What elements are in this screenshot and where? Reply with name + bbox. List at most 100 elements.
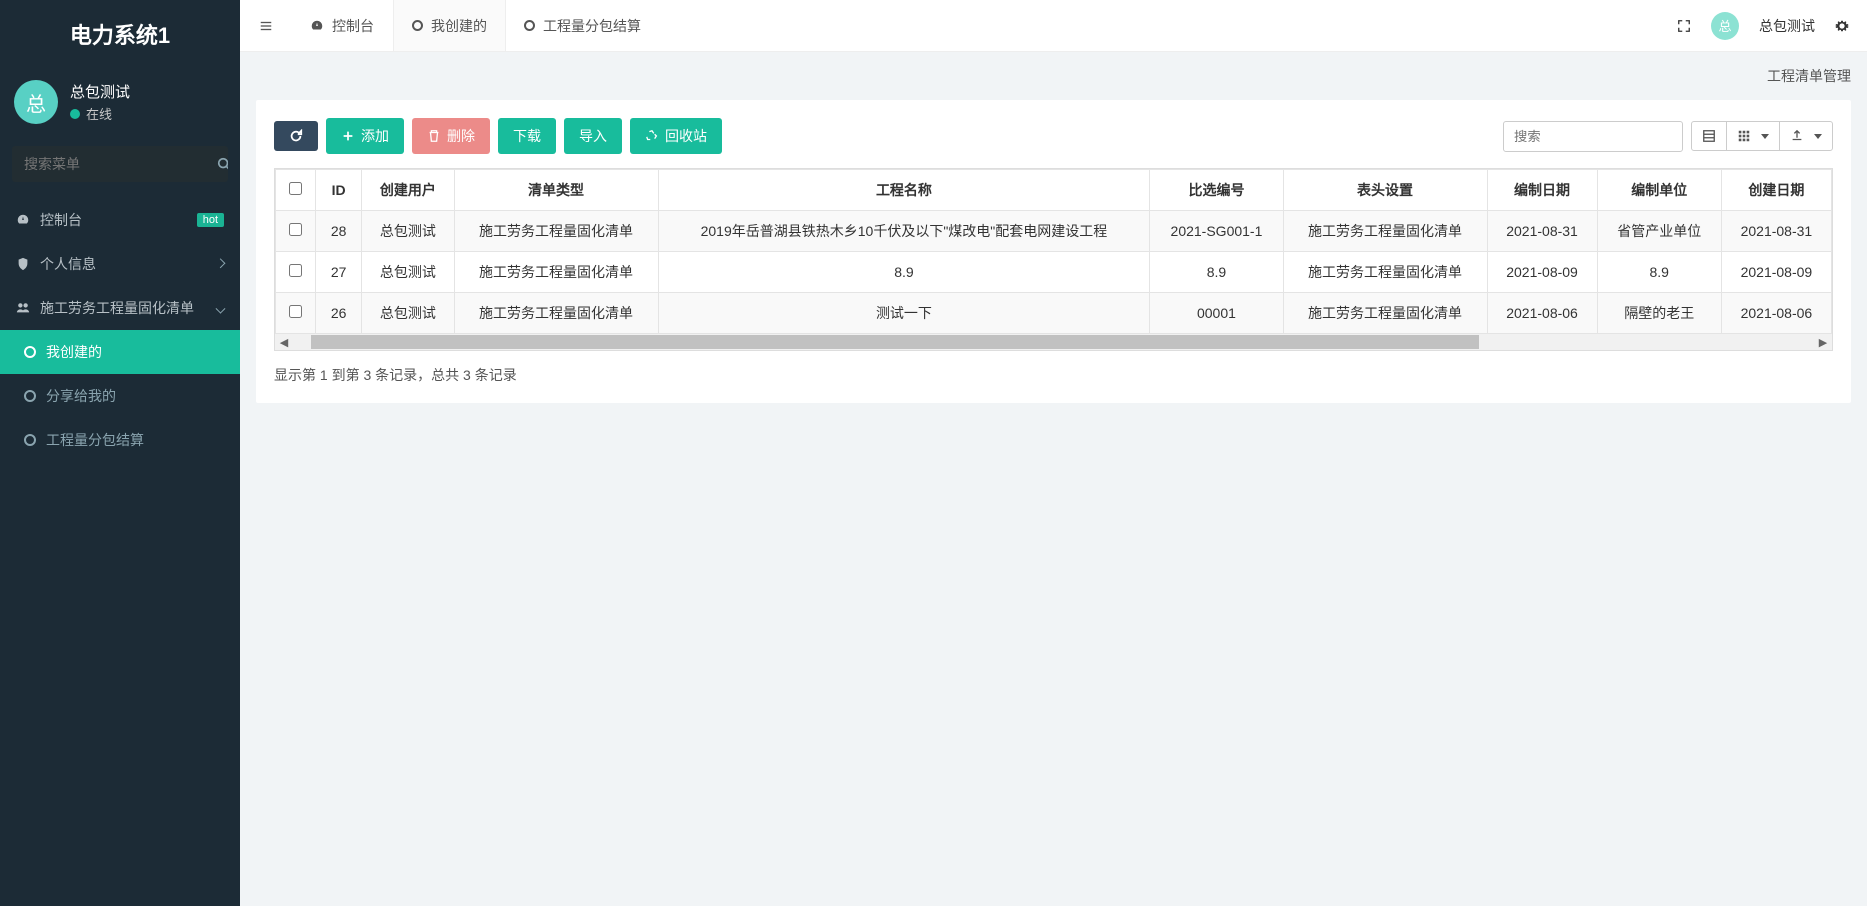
button-label: 回收站 <box>665 126 707 146</box>
button-label: 导入 <box>579 126 607 146</box>
app-logo: 电力系统1 <box>0 0 240 68</box>
avatar[interactable]: 总 <box>14 80 58 124</box>
row-checkbox[interactable] <box>289 305 302 318</box>
cell-user: 总包测试 <box>362 252 454 293</box>
caret-down-icon <box>1761 134 1769 139</box>
cell-type: 施工劳务工程量固化清单 <box>454 211 658 252</box>
cell-date2: 2021-08-06 <box>1721 293 1831 334</box>
topbar-right: 总 总包测试 <box>1677 0 1867 51</box>
menu-label: 控制台 <box>40 210 187 230</box>
content-panel: 添加 删除 下载 导入 回收站 <box>256 100 1851 403</box>
column-header[interactable]: 表头设置 <box>1283 170 1487 211</box>
recycle-button[interactable]: 回收站 <box>630 118 722 154</box>
refresh-button[interactable] <box>274 121 318 151</box>
data-table: ID 创建用户 清单类型 工程名称 比选编号 表头设置 编制日期 编制单位 创建… <box>275 169 1832 334</box>
circle-icon <box>24 346 36 358</box>
delete-button[interactable]: 删除 <box>412 118 490 154</box>
sidebar-toggle-button[interactable] <box>240 0 292 51</box>
cell-date2: 2021-08-09 <box>1721 252 1831 293</box>
import-button[interactable]: 导入 <box>564 118 622 154</box>
download-button[interactable]: 下载 <box>498 118 556 154</box>
pagination-info: 显示第 1 到第 3 条记录，总共 3 条记录 <box>274 365 1833 385</box>
tab-my-created[interactable]: 我创建的 <box>393 0 506 51</box>
gear-icon[interactable] <box>1835 19 1849 33</box>
table-container: ID 创建用户 清单类型 工程名称 比选编号 表头设置 编制日期 编制单位 创建… <box>274 168 1833 351</box>
dashboard-icon <box>310 19 324 33</box>
button-label: 删除 <box>447 126 475 146</box>
status-text: 在线 <box>86 104 112 123</box>
select-all-checkbox[interactable] <box>289 182 302 195</box>
menu-item-console[interactable]: 控制台 hot <box>0 198 240 242</box>
row-checkbox[interactable] <box>289 264 302 277</box>
column-header[interactable]: 编制单位 <box>1597 170 1721 211</box>
submenu-item-my-created[interactable]: 我创建的 <box>0 330 240 374</box>
toolbar: 添加 删除 下载 导入 回收站 <box>274 118 1833 154</box>
column-header[interactable]: 比选编号 <box>1150 170 1283 211</box>
row-checkbox[interactable] <box>289 223 302 236</box>
submenu-label: 工程量分包结算 <box>46 430 144 450</box>
cell-project: 2019年岳普湖县铁热木乡10千伏及以下"煤改电"配套电网建设工程 <box>658 211 1150 252</box>
cell-date1: 2021-08-06 <box>1487 293 1597 334</box>
table-row[interactable]: 26总包测试施工劳务工程量固化清单测试一下00001施工劳务工程量固化清单202… <box>276 293 1832 334</box>
export-button[interactable] <box>1779 121 1833 151</box>
menu-item-profile[interactable]: 个人信息 <box>0 242 240 286</box>
tab-label: 我创建的 <box>431 16 487 36</box>
column-header[interactable]: 清单类型 <box>454 170 658 211</box>
caret-down-icon <box>1814 134 1822 139</box>
topbar-username[interactable]: 总包测试 <box>1759 16 1815 36</box>
hot-badge: hot <box>197 213 224 227</box>
tab-bar: 控制台 我创建的 工程量分包结算 <box>292 0 660 51</box>
scroll-thumb[interactable] <box>311 335 1479 349</box>
circle-icon <box>524 20 535 31</box>
columns-button[interactable] <box>1726 121 1780 151</box>
column-header[interactable]: 创建用户 <box>362 170 454 211</box>
table-search-input[interactable] <box>1503 121 1683 152</box>
cell-id: 26 <box>316 293 362 334</box>
cell-project: 测试一下 <box>658 293 1150 334</box>
submenu-label: 我创建的 <box>46 342 102 362</box>
tab-settlement[interactable]: 工程量分包结算 <box>506 0 660 51</box>
add-button[interactable]: 添加 <box>326 118 404 154</box>
fullscreen-icon[interactable] <box>1677 19 1691 33</box>
status-dot-icon <box>70 109 80 119</box>
cell-date1: 2021-08-09 <box>1487 252 1597 293</box>
topbar-avatar[interactable]: 总 <box>1711 12 1739 40</box>
submenu-label: 分享给我的 <box>46 386 116 406</box>
cell-user: 总包测试 <box>362 293 454 334</box>
scroll-right-icon: ▶ <box>1814 336 1832 349</box>
toggle-pagination-button[interactable] <box>1691 121 1727 151</box>
menu-item-construction-list[interactable]: 施工劳务工程量固化清单 <box>0 286 240 330</box>
menu-search <box>12 146 228 182</box>
cell-unit: 8.9 <box>1597 252 1721 293</box>
cell-header: 施工劳务工程量固化清单 <box>1283 293 1487 334</box>
submenu-item-shared[interactable]: 分享给我的 <box>0 374 240 418</box>
column-header[interactable]: 工程名称 <box>658 170 1150 211</box>
topbar: 控制台 我创建的 工程量分包结算 总 总包测试 <box>240 0 1867 52</box>
cell-date1: 2021-08-31 <box>1487 211 1597 252</box>
table-row[interactable]: 28总包测试施工劳务工程量固化清单2019年岳普湖县铁热木乡10千伏及以下"煤改… <box>276 211 1832 252</box>
column-header[interactable]: 编制日期 <box>1487 170 1597 211</box>
column-header[interactable]: ID <box>316 170 362 211</box>
circle-icon <box>24 390 36 402</box>
circle-icon <box>412 20 423 31</box>
tab-console[interactable]: 控制台 <box>292 0 393 51</box>
row-checkbox-cell <box>276 211 316 252</box>
column-header[interactable]: 创建日期 <box>1721 170 1831 211</box>
table-row[interactable]: 27总包测试施工劳务工程量固化清单8.98.9施工劳务工程量固化清单2021-0… <box>276 252 1832 293</box>
circle-icon <box>24 434 36 446</box>
recycle-icon <box>645 129 659 143</box>
trash-icon <box>427 129 441 143</box>
menu-search-input[interactable] <box>12 146 217 182</box>
menu-search-button[interactable] <box>217 146 228 182</box>
menu-icon <box>259 19 273 33</box>
tab-label: 控制台 <box>332 16 374 36</box>
main-content: 控制台 我创建的 工程量分包结算 总 总包测试 工程清单管理 <box>240 0 1867 906</box>
cell-type: 施工劳务工程量固化清单 <box>454 293 658 334</box>
horizontal-scrollbar[interactable]: ◀ ▶ <box>275 334 1832 350</box>
sidebar-submenu: 我创建的 分享给我的 工程量分包结算 <box>0 330 240 462</box>
menu-label: 施工劳务工程量固化清单 <box>40 298 224 318</box>
plus-icon <box>341 129 355 143</box>
submenu-item-settlement[interactable]: 工程量分包结算 <box>0 418 240 462</box>
cell-bid: 8.9 <box>1150 252 1283 293</box>
row-checkbox-cell <box>276 252 316 293</box>
